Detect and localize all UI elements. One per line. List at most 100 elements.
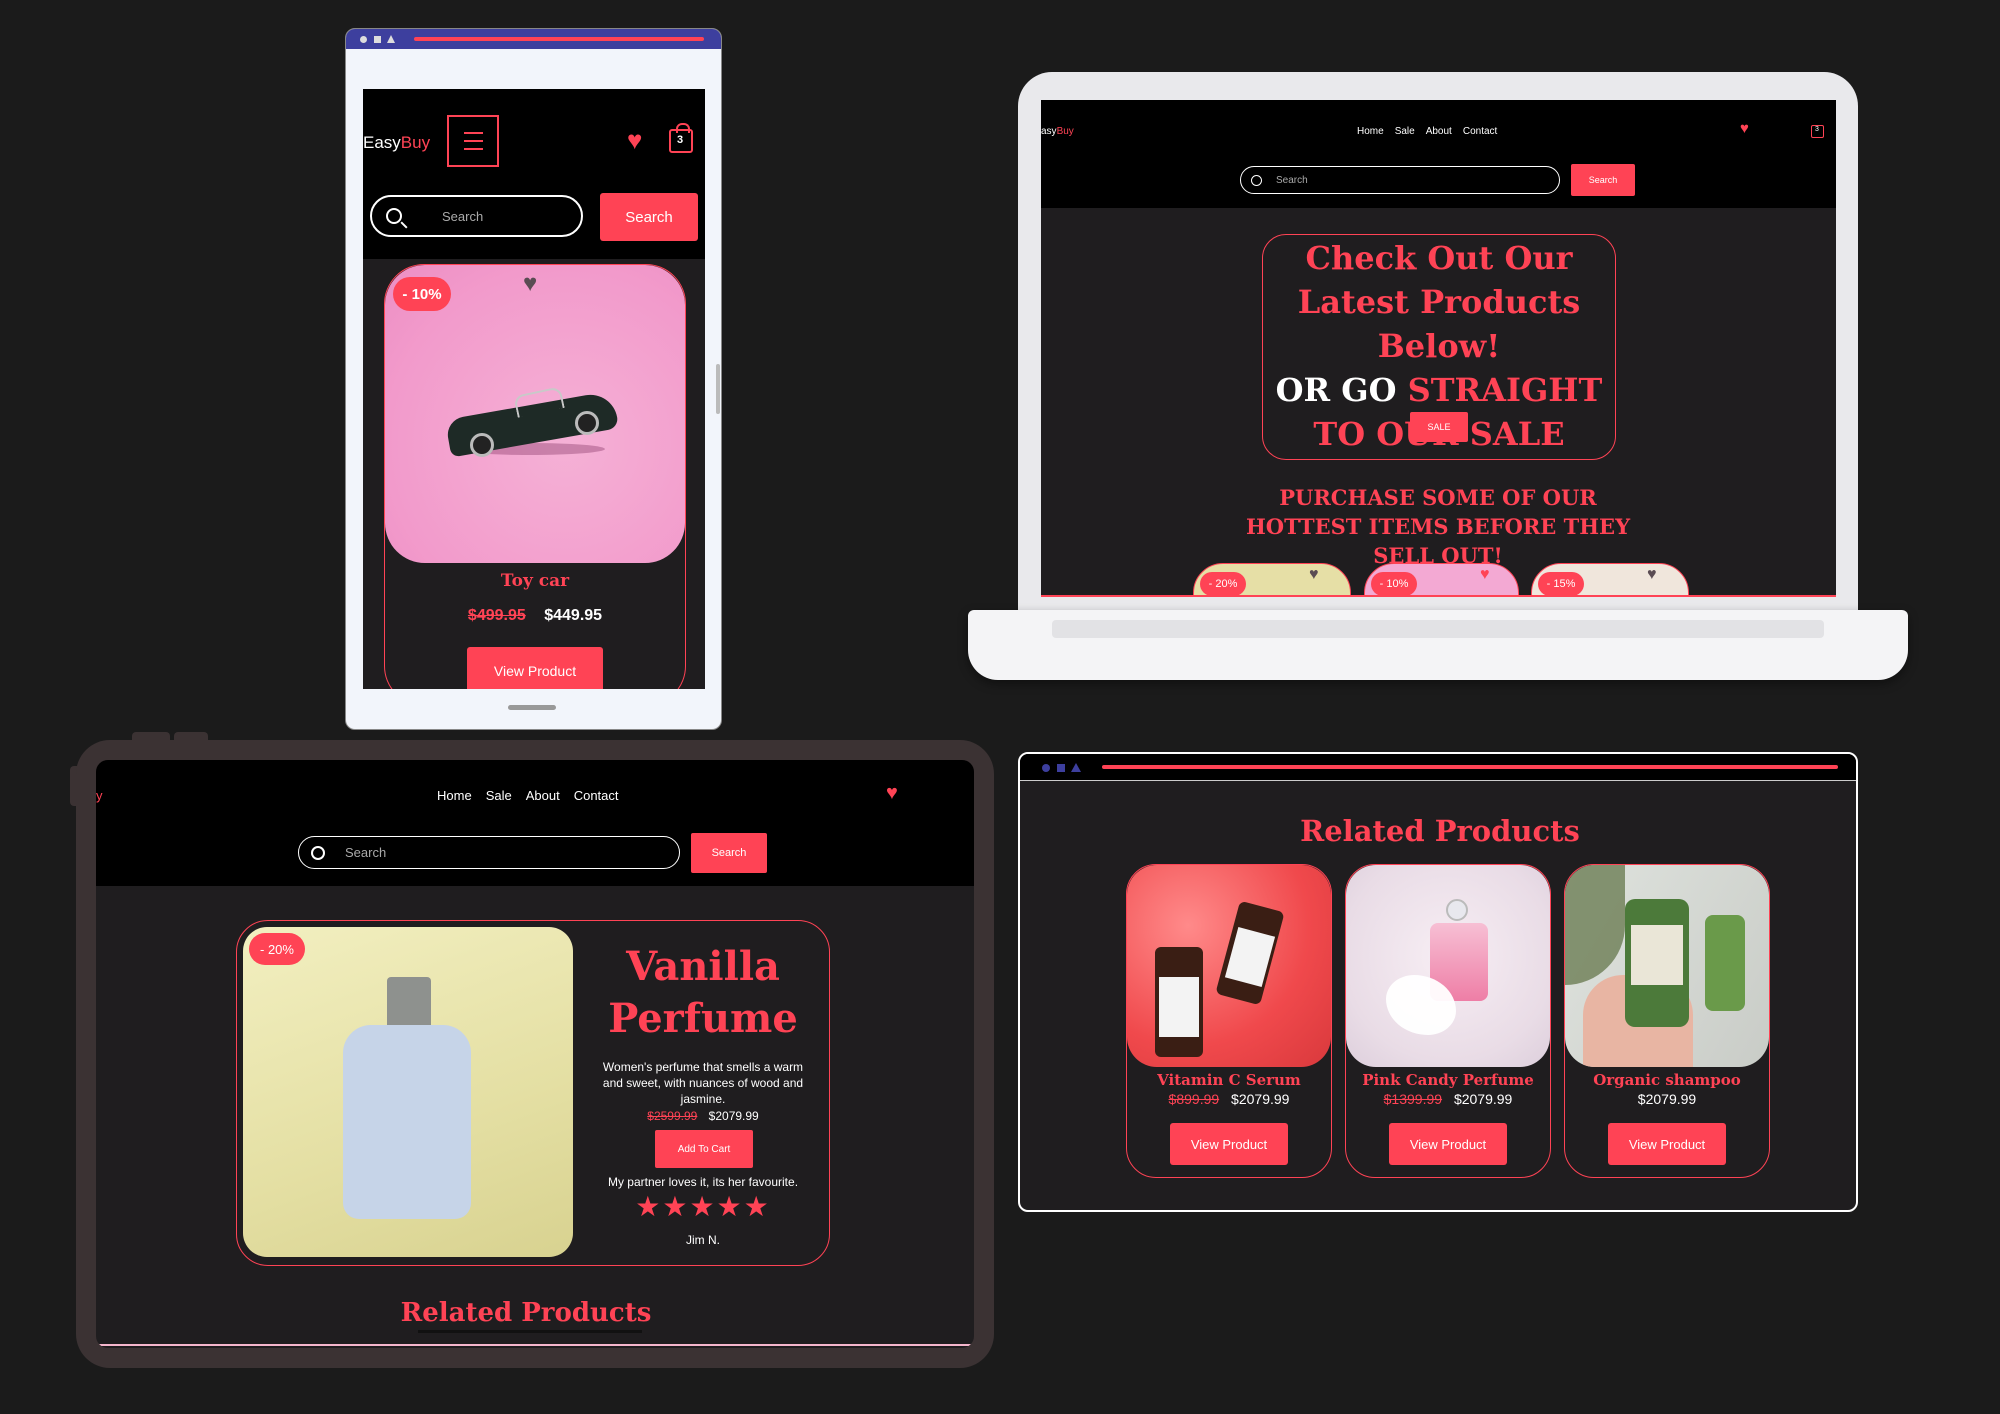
preview-card-3: - 15% ♥ <box>1531 563 1689 597</box>
price-row: $2079.99 <box>1565 1091 1769 1107</box>
product-image <box>1127 865 1331 1067</box>
scrollbar-handle[interactable] <box>716 364 720 414</box>
hot-items-heading: PURCHASE SOME OF OUR HOTTEST ITEMS BEFOR… <box>1245 485 1631 568</box>
preview-card-1: - 20% ♥ <box>1193 563 1351 597</box>
related-card-1: Vitamin C Serum $899.99 $2079.99 View Pr… <box>1126 864 1332 1178</box>
search-input[interactable]: Search <box>298 836 680 869</box>
search-button[interactable]: Search <box>691 833 767 873</box>
phone-browser-bar <box>346 29 721 49</box>
product-name: Pink Candy Perfume <box>1362 1071 1534 1089</box>
window-dot-icon <box>1042 764 1050 772</box>
price-row: $2599.99 $2079.99 <box>583 1109 823 1123</box>
cart-handle <box>676 123 690 133</box>
cart-icon[interactable]: 3 <box>669 123 693 153</box>
product-image <box>243 927 573 1257</box>
nav-contact[interactable]: Contact <box>574 788 619 803</box>
wishlist-heart-icon[interactable]: ♥ <box>1480 566 1490 584</box>
heart-icon[interactable]: ♥ <box>886 782 898 805</box>
brand-logo-truncated[interactable]: y <box>96 788 103 803</box>
related-products-title: Related Products <box>400 1298 652 1328</box>
toy-car-wheel <box>470 433 494 457</box>
search-icon <box>1251 174 1262 186</box>
product-detail-card: - 20% Vanilla Perfume Women's perfume th… <box>236 920 830 1266</box>
shampoo-label <box>1631 925 1683 985</box>
nav-about[interactable]: About <box>1426 126 1452 137</box>
related-card-3: Organic shampoo $2079.99 View Product <box>1564 864 1770 1178</box>
new-price: $2079.99 <box>708 1109 759 1123</box>
view-product-button[interactable]: View Product <box>1608 1123 1726 1165</box>
window-square-icon <box>374 36 381 43</box>
laptop-header: asyBuy Home Sale About Contact ♥ 3 Searc… <box>1041 100 1836 208</box>
new-price: $2079.99 <box>1231 1091 1290 1107</box>
brand-truncated-easy: asy <box>1041 126 1057 137</box>
search-input[interactable]: Search <box>1240 166 1560 194</box>
search-button[interactable]: Search <box>600 193 698 241</box>
view-product-button[interactable]: View Product <box>467 647 603 689</box>
perfume-cap <box>1446 899 1468 921</box>
discount-badge: - 15% <box>1538 572 1584 596</box>
price-row: $499.95 $449.95 <box>385 607 685 625</box>
discount-badge: - 10% <box>1371 572 1417 596</box>
screen-bottom-line <box>96 1344 974 1346</box>
main-nav: Home Sale About Contact <box>1357 126 1497 137</box>
product-name: Vitamin C Serum <box>1157 1071 1301 1089</box>
browser-bar <box>1020 754 1856 780</box>
discount-badge: - 20% <box>1200 572 1246 596</box>
brand-logo[interactable]: EasyBuy <box>363 133 430 153</box>
discount-badge: - 20% <box>249 933 305 965</box>
cart-count: 3 <box>1815 126 1819 133</box>
address-bar[interactable] <box>414 37 704 41</box>
window-square-icon <box>1057 764 1065 772</box>
phone-header: EasyBuy ♥ 3 Search Search <box>363 89 705 259</box>
nav-about[interactable]: About <box>526 788 560 803</box>
reviewer-name: Jim N. <box>686 1233 720 1247</box>
view-product-button[interactable]: View Product <box>1170 1123 1288 1165</box>
wishlist-heart-icon[interactable]: ♥ <box>523 270 537 298</box>
hamburger-icon <box>464 132 483 150</box>
nav-sale[interactable]: Sale <box>486 788 512 803</box>
brand-buy: Buy <box>400 133 431 152</box>
discount-badge: - 10% <box>393 277 451 311</box>
search-icon <box>386 208 408 229</box>
brand-logo-truncated[interactable]: asyBuy <box>1041 126 1074 137</box>
wishlist-heart-icon[interactable]: ♥ <box>1309 566 1319 584</box>
brand-easy: Easy <box>363 133 401 152</box>
cart-icon[interactable]: 3 <box>1811 125 1824 138</box>
browser-bar-divider <box>1020 780 1856 781</box>
screen-bottom-line <box>1041 595 1836 597</box>
view-product-button[interactable]: View Product <box>1389 1123 1507 1165</box>
perfume-bottle-body <box>343 1025 471 1219</box>
price-row: $1399.99 $2079.99 <box>1346 1091 1550 1107</box>
wishlist-heart-icon[interactable]: ♥ <box>1647 566 1657 584</box>
heart-icon[interactable]: ♥ <box>627 127 642 153</box>
product-card: - 10% ♥ Toy car $499.95 $449.95 View Pro… <box>384 264 686 689</box>
product-title: Vanilla Perfume <box>608 943 798 1042</box>
review-text: My partner loves it, its her favourite. <box>607 1175 799 1189</box>
nav-home[interactable]: Home <box>437 788 472 803</box>
brand-truncated-buy: Buy <box>1056 126 1074 137</box>
nav-sale[interactable]: Sale <box>1395 126 1415 137</box>
product-name: Organic shampoo <box>1593 1071 1741 1089</box>
nav-contact[interactable]: Contact <box>1463 126 1497 137</box>
menu-button[interactable] <box>447 115 499 167</box>
search-placeholder: Search <box>345 845 387 860</box>
new-price: $2079.99 <box>1637 1091 1697 1107</box>
main-nav: Home Sale About Contact <box>437 788 619 803</box>
laptop-keyboard <box>1052 620 1824 638</box>
product-image <box>1346 865 1550 1067</box>
phone-mockup: EasyBuy ♥ 3 Search Search - 10% ♥ Toy ca… <box>345 28 722 730</box>
hero-or-go: OR GO <box>1275 371 1397 409</box>
nav-home[interactable]: Home <box>1357 126 1384 137</box>
search-button[interactable]: Search <box>1571 164 1635 196</box>
search-input[interactable]: Search <box>370 195 583 237</box>
heart-icon[interactable]: ♥ <box>1740 120 1749 137</box>
sale-button[interactable]: SALE <box>1410 412 1468 442</box>
shampoo-bottle <box>1705 915 1745 1011</box>
tablet-header: y Home Sale About Contact ♥ Search Searc… <box>96 760 974 886</box>
add-to-cart-button[interactable]: Add To Cart <box>655 1130 753 1168</box>
window-triangle-icon <box>387 35 395 43</box>
search-placeholder: Search <box>442 208 484 224</box>
hero-line1: Check Out Our Latest Products Below! <box>1297 239 1581 365</box>
address-bar[interactable] <box>1102 765 1838 769</box>
home-indicator[interactable] <box>508 705 556 710</box>
